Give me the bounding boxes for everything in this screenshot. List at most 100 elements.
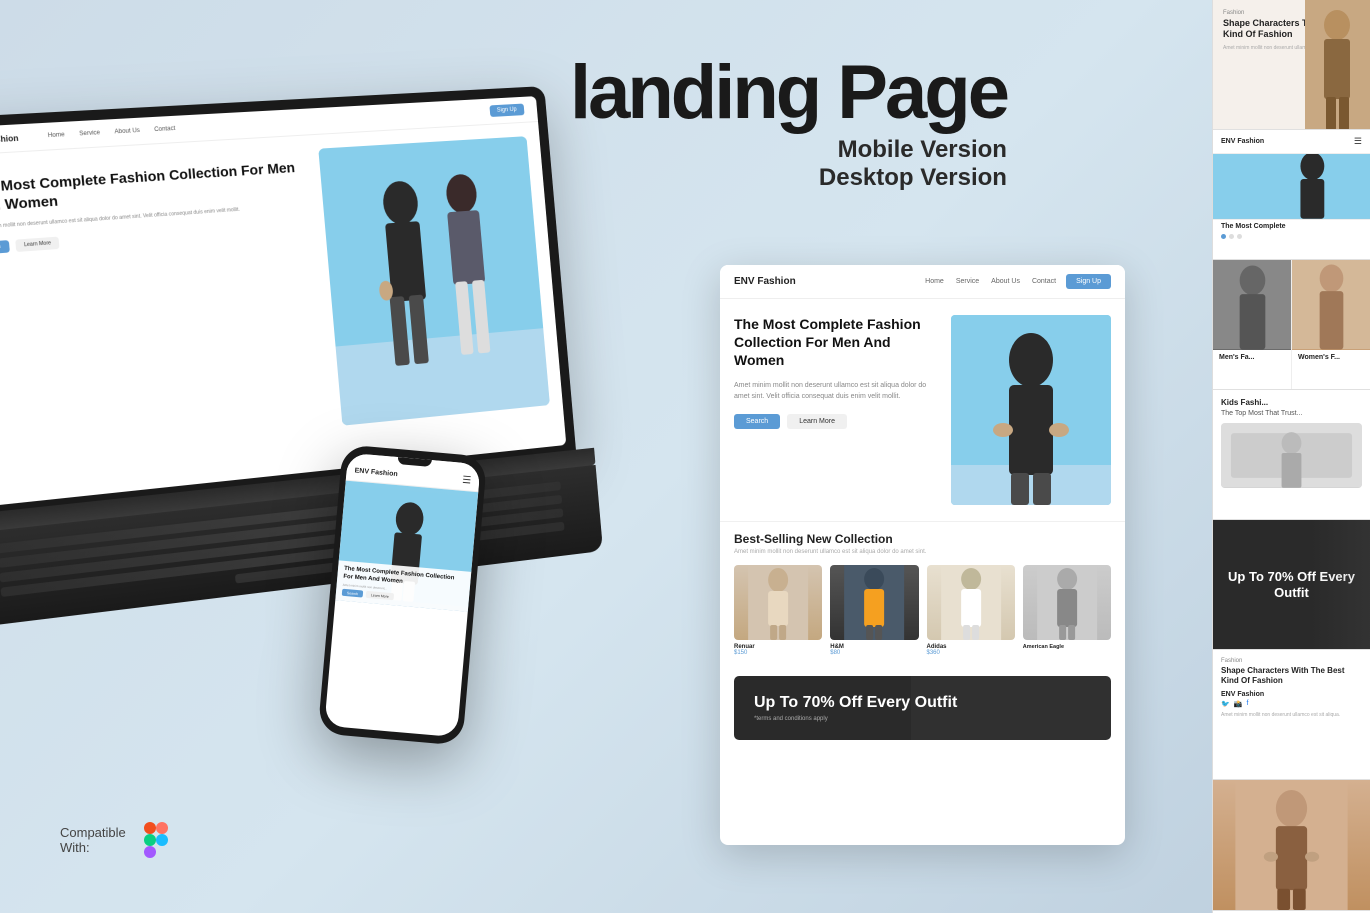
product-renuar-price: $150: [734, 650, 822, 656]
rp-screen-4: Kids Fashi... The Top Most That Trust...: [1213, 390, 1370, 520]
rp-s2-overlay: The Most Complete: [1213, 219, 1370, 242]
desktop-hero-desc: Amet minim mollit non deserunt ullamco e…: [734, 380, 937, 402]
eagle-figure: [1023, 565, 1111, 640]
rp-twitter-icon: 🐦: [1221, 700, 1230, 708]
product-renuar-img: [734, 565, 822, 640]
rp-fashion-svg-1: [1305, 0, 1370, 130]
compatible-text: Compatible With:: [60, 825, 126, 855]
rp-s2-brand: ENV Fashion: [1221, 138, 1264, 145]
phone-learn-btn[interactable]: Learn More: [366, 591, 394, 600]
laptop-learn-btn[interactable]: Learn More: [15, 237, 60, 252]
laptop-hero-text: The Most Complete Fashion Collection For…: [0, 149, 316, 255]
fashion-figure-svg: [318, 136, 550, 426]
laptop-nav-contact: Contact: [154, 126, 176, 133]
product-adidas-img: [927, 565, 1015, 640]
right-panel: Fashion Shape Characters The Best Kind O…: [1212, 0, 1370, 913]
phone-screen-inner: ENV Fashion ☰ The Most Complete Fashion …: [324, 453, 480, 738]
desktop-hero: The Most Complete Fashion Collection For…: [720, 299, 1125, 521]
desktop-website-nav: ENV Fashion Home Service About Us Contac…: [720, 265, 1125, 299]
rp-dots: [1221, 234, 1362, 239]
womens-svg: [1292, 260, 1370, 350]
product-eagle-img: [1023, 565, 1111, 640]
rp-facebook-icon: f: [1246, 700, 1248, 708]
product-renuar: Renuar $150: [734, 565, 822, 656]
laptop-search-btn[interactable]: Search: [0, 240, 10, 255]
subtitle-desktop: Desktop Version: [570, 164, 1007, 192]
rp-trust-img: [1221, 423, 1362, 488]
hm-figure: [830, 565, 918, 640]
desktop-search-btn[interactable]: Search: [734, 414, 780, 429]
title-section: landing Page Mobile Version Desktop Vers…: [570, 55, 1007, 192]
desktop-learn-btn[interactable]: Learn More: [787, 414, 847, 429]
rp-kids-label: Kids Fashi...: [1213, 390, 1370, 410]
desktop-nav-links: Home Service About Us Contact: [925, 278, 1056, 285]
rp-screen-6: Fashion Shape Characters With The Best K…: [1213, 650, 1370, 780]
desktop-brand-label: ENV Fashion: [734, 276, 796, 287]
product-eagle-brand: American Eagle: [1023, 644, 1111, 650]
phone-search-btn[interactable]: Search: [342, 589, 364, 598]
rp-s6-desc: Amet minim mollit non deserunt ullamco e…: [1213, 708, 1370, 723]
renuar-figure: [734, 565, 822, 640]
desktop-hero-image: [951, 315, 1111, 505]
adidas-figure: [927, 565, 1015, 640]
product-adidas-price: $360: [927, 650, 1015, 656]
laptop-brand: ENV Fashion: [0, 133, 19, 145]
main-title: landing Page: [570, 55, 1007, 131]
laptop-screen: ENV Fashion Home Service About Us Contac…: [0, 96, 566, 507]
laptop-hero-image: [318, 136, 550, 426]
rp-s6-label: Fashion: [1213, 650, 1370, 666]
rp-womens-fashion: Women's F...: [1291, 260, 1370, 389]
laptop-screen-frame: ENV Fashion Home Service About Us Contac…: [0, 86, 576, 514]
rp-s1-img: [1305, 0, 1370, 130]
rp-s2-fashion-svg: [1213, 154, 1370, 219]
desktop-nav-contact: Contact: [1032, 278, 1056, 285]
phone-mockup: ENV Fashion ☰ The Most Complete Fashion …: [318, 444, 488, 746]
desktop-nav-service: Service: [956, 278, 979, 285]
product-hm: H&M $80: [830, 565, 918, 656]
rp-screen-5-sale: Up To 70% Off Every Outfit: [1213, 520, 1370, 650]
desktop-hero-title: The Most Complete Fashion Collection For…: [734, 315, 937, 370]
subtitle-mobile: Mobile Version: [570, 136, 1007, 164]
phone-hero-image: The Most Complete Fashion Collection For…: [335, 481, 478, 612]
desktop-collection-desc: Amet minim mollit non deserunt ullamco e…: [734, 549, 1111, 555]
desktop-signup-btn[interactable]: Sign Up: [1066, 274, 1111, 289]
rp-trust-text: The Top Most That Trust...: [1213, 410, 1370, 417]
laptop-signup-btn[interactable]: Sign Up: [489, 104, 525, 117]
rp-s6-socials: 🐦 📸 f: [1213, 700, 1370, 708]
rp-most-complete: The Most Complete: [1221, 223, 1362, 230]
product-hm-img: [830, 565, 918, 640]
kids-svg: [1221, 423, 1362, 488]
desktop-hero-svg: [951, 315, 1111, 505]
rp-screen-3: Men's Fa... Women's F...: [1213, 260, 1370, 390]
rp-womens-label: Women's F...: [1292, 350, 1370, 365]
product-eagle: American Eagle: [1023, 565, 1111, 656]
rp-mens-label: Men's Fa...: [1213, 350, 1291, 365]
rp-womens-img: [1292, 260, 1370, 350]
desktop-nav-home: Home: [925, 278, 944, 285]
laptop-mockup: ENV Fashion Home Service About Us Contac…: [0, 85, 603, 627]
product-adidas: Adidas $360: [927, 565, 1015, 656]
desktop-collection: Best-Selling New Collection Amet minim m…: [720, 521, 1125, 666]
phone-menu-icon[interactable]: ☰: [462, 475, 472, 487]
mens-svg: [1213, 260, 1291, 350]
laptop-nav-about: About Us: [114, 128, 140, 136]
figma-icon: [138, 822, 174, 858]
laptop-nav-links: Home Service About Us Contact: [48, 126, 176, 139]
rp-mens-fashion: Men's Fa...: [1213, 260, 1291, 389]
rp-s2-hero-img: [1213, 154, 1370, 219]
phone-brand-label: ENV Fashion: [354, 467, 398, 478]
laptop-nav-service: Service: [79, 130, 100, 137]
subtitle-block: Mobile Version Desktop Version: [570, 136, 1007, 192]
rp-s6-brand: ENV Fashion: [1213, 685, 1370, 700]
rp-s2-menu[interactable]: ☰: [1354, 136, 1362, 147]
desktop-products-grid: Renuar $150 H&M $80: [734, 565, 1111, 656]
page-background: landing Page Mobile Version Desktop Vers…: [0, 0, 1370, 913]
rp-s2-nav: ENV Fashion ☰: [1213, 130, 1370, 154]
desktop-nav-about: About Us: [991, 278, 1020, 285]
compatible-block: Compatible With:: [60, 822, 174, 858]
rp-screen-7: [1213, 780, 1370, 910]
product-hm-price: $80: [830, 650, 918, 656]
rp-instagram-icon: 📸: [1234, 700, 1243, 708]
desktop-hero-text: The Most Complete Fashion Collection For…: [734, 315, 937, 429]
laptop-website: ENV Fashion Home Service About Us Contac…: [0, 96, 566, 507]
